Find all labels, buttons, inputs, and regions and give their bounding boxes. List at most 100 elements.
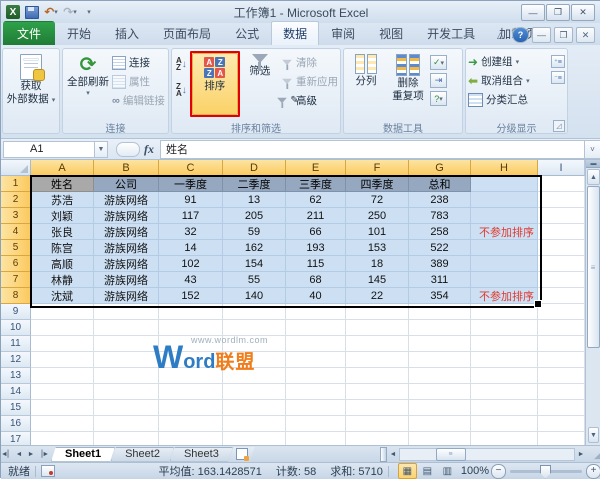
- cell-G10[interactable]: [409, 320, 471, 336]
- cell-D8[interactable]: 140: [223, 288, 286, 304]
- cell-D15[interactable]: [223, 400, 286, 416]
- scroll-down-icon[interactable]: ▼: [588, 427, 599, 443]
- cell-I8[interactable]: [538, 288, 585, 304]
- cell-B8[interactable]: 游族网络: [94, 288, 159, 304]
- cell-H12[interactable]: [471, 352, 538, 368]
- remove-duplicates-button[interactable]: 删除 重复项: [387, 51, 429, 118]
- cell-H5[interactable]: [471, 240, 538, 256]
- ribbon-tab-数据[interactable]: 数据: [271, 21, 319, 45]
- cell-H17[interactable]: [471, 432, 538, 445]
- cell-D6[interactable]: 154: [223, 256, 286, 272]
- cell-I14[interactable]: [538, 384, 585, 400]
- subtotal-button[interactable]: 分类汇总: [468, 91, 530, 108]
- cell-I15[interactable]: [538, 400, 585, 416]
- cell-I5[interactable]: [538, 240, 585, 256]
- cell-I11[interactable]: [538, 336, 585, 352]
- cell-H4[interactable]: 不参加排序: [471, 224, 538, 240]
- name-box[interactable]: A1: [3, 141, 95, 158]
- column-header-D[interactable]: D: [223, 160, 286, 176]
- cell-I7[interactable]: [538, 272, 585, 288]
- cell-I17[interactable]: [538, 432, 585, 445]
- row-header-16[interactable]: 16: [1, 416, 31, 432]
- cell-C11[interactable]: [159, 336, 223, 352]
- cell-F9[interactable]: [346, 304, 409, 320]
- cell-D10[interactable]: [223, 320, 286, 336]
- prev-sheet-icon[interactable]: ◄: [13, 448, 25, 461]
- zoom-in-icon[interactable]: +: [586, 464, 600, 479]
- hide-detail-button[interactable]: ⁻≡: [551, 71, 565, 84]
- insert-function-icon[interactable]: fx: [144, 142, 154, 157]
- cell-F7[interactable]: 145: [346, 272, 409, 288]
- column-header-E[interactable]: E: [286, 160, 346, 176]
- cell-E2[interactable]: 62: [286, 192, 346, 208]
- cell-C15[interactable]: [159, 400, 223, 416]
- cell-F11[interactable]: [346, 336, 409, 352]
- zoom-slider[interactable]: [510, 470, 582, 473]
- column-header-C[interactable]: C: [159, 160, 223, 176]
- cell-E14[interactable]: [286, 384, 346, 400]
- ribbon-tab-公式[interactable]: 公式: [223, 21, 271, 45]
- cell-E11[interactable]: [286, 336, 346, 352]
- cell-G16[interactable]: [409, 416, 471, 432]
- cell-G13[interactable]: [409, 368, 471, 384]
- close-button[interactable]: ✕: [571, 4, 595, 21]
- cell-H13[interactable]: [471, 368, 538, 384]
- cell-H7[interactable]: [471, 272, 538, 288]
- cell-H10[interactable]: [471, 320, 538, 336]
- cell-G15[interactable]: [409, 400, 471, 416]
- cell-G4[interactable]: 258: [409, 224, 471, 240]
- cell-D16[interactable]: [223, 416, 286, 432]
- cell-C1[interactable]: 一季度: [159, 176, 223, 192]
- cell-B6[interactable]: 游族网络: [94, 256, 159, 272]
- cell-G17[interactable]: [409, 432, 471, 445]
- next-sheet-icon[interactable]: ►: [25, 448, 37, 461]
- get-external-data-button[interactable]: 获取 外部数据 ▾: [8, 51, 54, 118]
- ribbon-tab-文件[interactable]: 文件: [3, 21, 55, 45]
- cell-A6[interactable]: 高顺: [31, 256, 94, 272]
- cell-B10[interactable]: [94, 320, 159, 336]
- row-header-4[interactable]: 4: [1, 224, 31, 240]
- cell-C13[interactable]: [159, 368, 223, 384]
- cell-D17[interactable]: [223, 432, 286, 445]
- name-box-dropdown-icon[interactable]: ▼: [95, 141, 108, 158]
- cell-A10[interactable]: [31, 320, 94, 336]
- row-header-3[interactable]: 3: [1, 208, 31, 224]
- sort-descending-button[interactable]: ZA↓: [174, 82, 189, 98]
- cell-G9[interactable]: [409, 304, 471, 320]
- cell-E10[interactable]: [286, 320, 346, 336]
- macro-record-icon[interactable]: [41, 465, 55, 477]
- row-header-8[interactable]: 8: [1, 288, 31, 304]
- what-if-analysis-button[interactable]: ?▾: [430, 91, 447, 106]
- formula-input[interactable]: 姓名: [160, 140, 584, 159]
- cell-F15[interactable]: [346, 400, 409, 416]
- cell-H16[interactable]: [471, 416, 538, 432]
- cell-E5[interactable]: 193: [286, 240, 346, 256]
- ribbon-tab-开始[interactable]: 开始: [55, 21, 103, 45]
- row-header-13[interactable]: 13: [1, 368, 31, 384]
- sheet-tab-Sheet1[interactable]: Sheet1: [51, 447, 115, 462]
- cell-C12[interactable]: [159, 352, 223, 368]
- cell-A16[interactable]: [31, 416, 94, 432]
- cell-G3[interactable]: 783: [409, 208, 471, 224]
- cell-G8[interactable]: 354: [409, 288, 471, 304]
- cell-G5[interactable]: 522: [409, 240, 471, 256]
- column-header-A[interactable]: A: [31, 160, 94, 176]
- sheet-tab-Sheet2[interactable]: Sheet2: [111, 447, 174, 462]
- cell-B13[interactable]: [94, 368, 159, 384]
- cell-E1[interactable]: 三季度: [286, 176, 346, 192]
- cell-E13[interactable]: [286, 368, 346, 384]
- cell-D1[interactable]: 二季度: [223, 176, 286, 192]
- cell-F13[interactable]: [346, 368, 409, 384]
- row-header-17[interactable]: 17: [1, 432, 31, 445]
- column-header-H[interactable]: H: [471, 160, 538, 176]
- cell-B17[interactable]: [94, 432, 159, 445]
- cell-H3[interactable]: [471, 208, 538, 224]
- cell-C8[interactable]: 152: [159, 288, 223, 304]
- cell-F17[interactable]: [346, 432, 409, 445]
- workbook-minimize-icon[interactable]: —: [532, 27, 551, 43]
- page-layout-view-button[interactable]: ▤: [418, 463, 437, 479]
- cell-B4[interactable]: 游族网络: [94, 224, 159, 240]
- cell-A5[interactable]: 陈宫: [31, 240, 94, 256]
- cell-G11[interactable]: [409, 336, 471, 352]
- vertical-scroll-thumb[interactable]: ≡: [587, 186, 600, 348]
